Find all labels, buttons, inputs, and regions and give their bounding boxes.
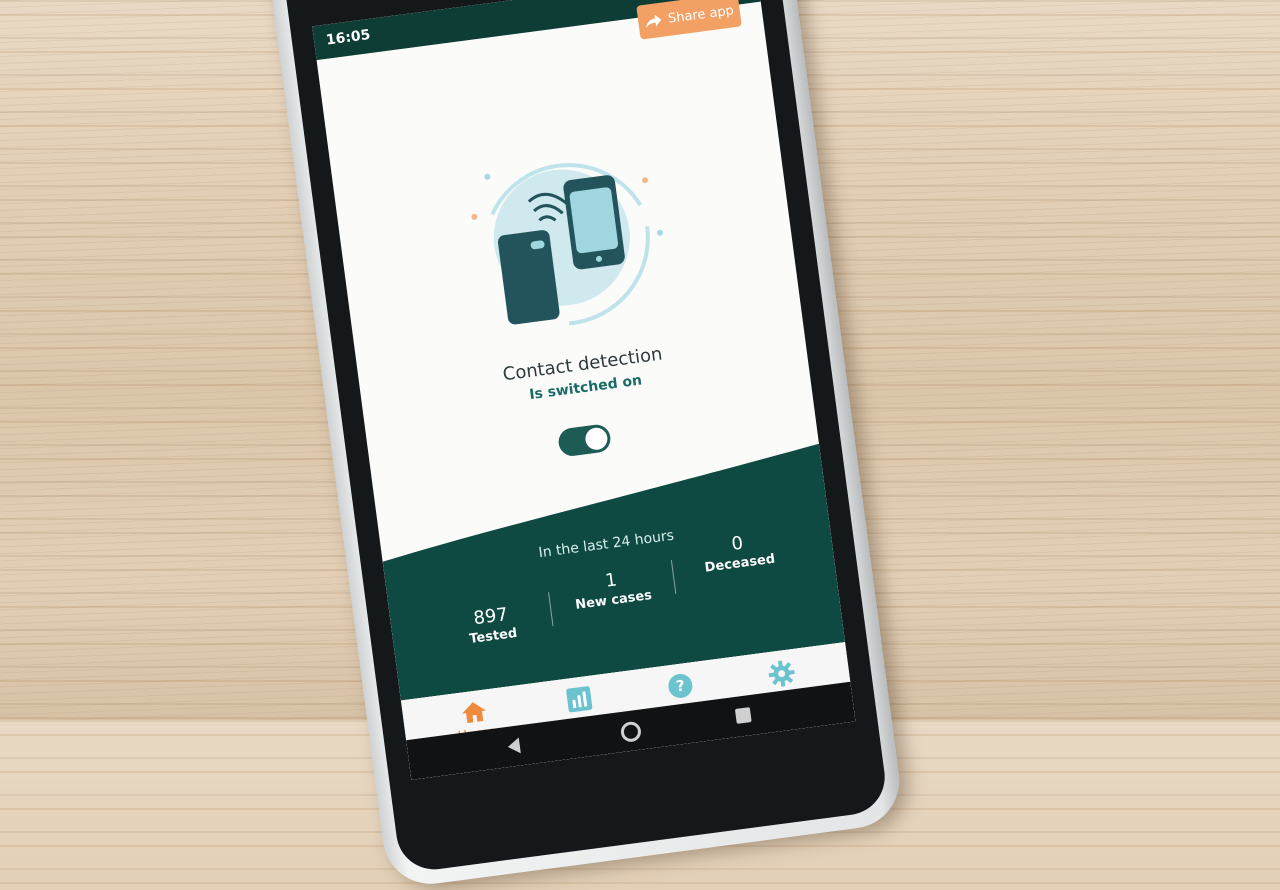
contact-detection-illustration <box>471 163 664 326</box>
home-icon <box>462 702 486 724</box>
phone-bezel: 16:05 Share app Contact detection Is swi… <box>274 0 890 874</box>
smartphone: 16:05 Share app Contact detection Is swi… <box>258 0 906 890</box>
share-arrow-icon <box>646 14 662 28</box>
status-time: 16:05 <box>325 26 372 49</box>
home-system-icon[interactable] <box>619 720 643 744</box>
share-app-label: Share app <box>667 2 735 27</box>
toggle-knob <box>584 426 609 452</box>
chart-icon <box>566 686 593 713</box>
share-app-button[interactable]: Share app <box>636 0 742 40</box>
gear-icon <box>768 660 795 687</box>
help-icon: ? <box>668 673 693 698</box>
recents-icon[interactable] <box>734 707 752 724</box>
contact-detection-toggle[interactable] <box>556 423 613 458</box>
back-icon[interactable] <box>506 737 521 755</box>
app-screen: 16:05 Share app Contact detection Is swi… <box>312 0 856 780</box>
